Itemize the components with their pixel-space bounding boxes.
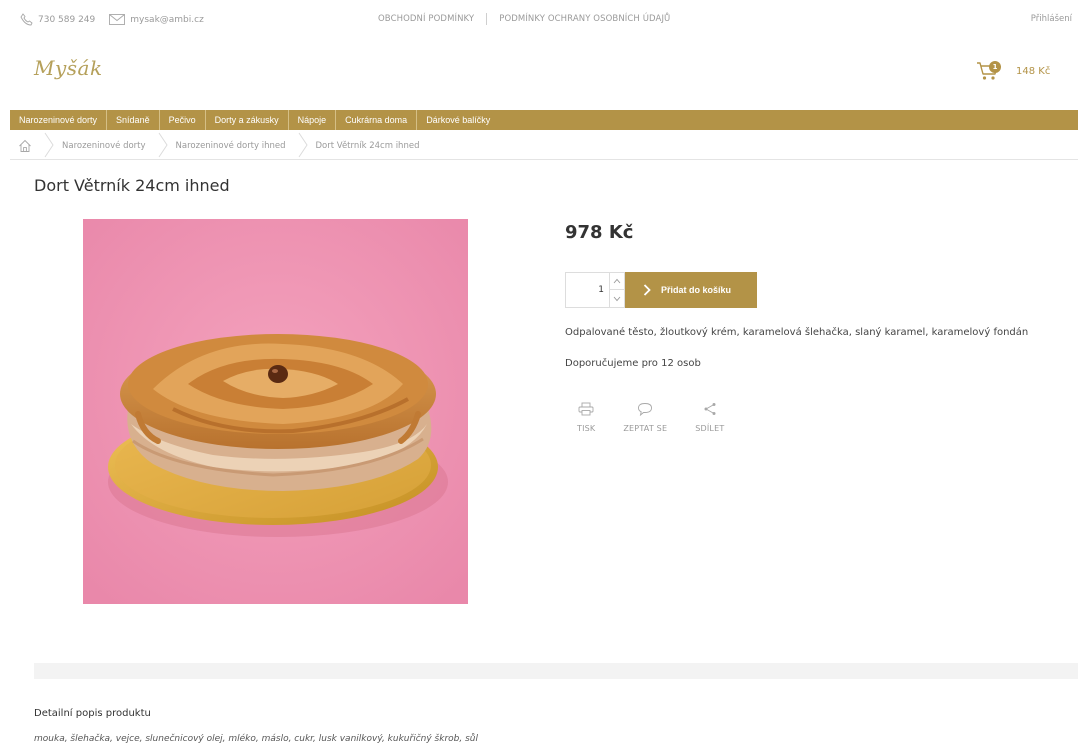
nav-item-home-bakery[interactable]: Cukrárna doma: [336, 110, 418, 130]
section-divider: [34, 663, 1078, 679]
home-icon[interactable]: [10, 139, 40, 153]
speech-bubble-icon: [637, 399, 653, 419]
share-icon: [703, 399, 717, 419]
phone-icon: [20, 13, 33, 26]
nav-item-cakes-pastries[interactable]: Dorty a zákusky: [206, 110, 289, 130]
nav-item-birthday-cakes[interactable]: Narozeninové dorty: [10, 110, 108, 130]
add-to-cart-button[interactable]: Přidat do košíku: [625, 272, 757, 308]
privacy-link[interactable]: PODMÍNKY OCHRANY OSOBNÍCH ÚDAJŮ: [499, 14, 670, 24]
quantity-input[interactable]: 1: [566, 273, 610, 307]
logo[interactable]: Myšák: [34, 56, 103, 80]
top-bar: 730 589 249 mysak@ambi.cz OBCHODNÍ PODMÍ…: [0, 0, 1078, 40]
product-image[interactable]: [83, 219, 468, 604]
share-button[interactable]: SDÍLET: [695, 399, 724, 433]
breadcrumb-item[interactable]: Narozeninové dorty ihned: [176, 141, 286, 151]
nav-item-breakfast[interactable]: Snídaně: [107, 110, 160, 130]
breadcrumb-chevron-icon: [298, 132, 308, 161]
page-title: Dort Větrník 24cm ihned: [34, 176, 230, 195]
product-actions: TISK ZEPTAT SE SDÍLET: [577, 399, 752, 433]
ask-button[interactable]: ZEPTAT SE: [623, 399, 667, 433]
ask-label: ZEPTAT SE: [623, 424, 668, 433]
nav-item-drinks[interactable]: Nápoje: [289, 110, 337, 130]
quantity-stepper[interactable]: 1: [565, 272, 625, 308]
nav-item-bakery[interactable]: Pečivo: [160, 110, 206, 130]
breadcrumb-item[interactable]: Narozeninové dorty: [62, 141, 146, 151]
cart[interactable]: 1 148 Kč: [976, 60, 1050, 82]
chevron-up-icon[interactable]: [610, 273, 624, 290]
add-to-cart-label: Přidat do košíku: [661, 285, 732, 295]
chevron-down-icon[interactable]: [610, 290, 624, 307]
breadcrumb-current: Dort Větrník 24cm ihned: [315, 141, 420, 151]
quantity-arrows: [609, 273, 624, 307]
print-button[interactable]: TISK: [577, 399, 595, 433]
product-recommendation: Doporučujeme pro 12 osob: [565, 358, 701, 369]
cart-total[interactable]: 148 Kč: [1016, 66, 1050, 77]
email-link[interactable]: mysak@ambi.cz: [130, 15, 204, 25]
main-navigation: Narozeninové dorty Snídaně Pečivo Dorty …: [10, 110, 1078, 130]
product-price: 978 Kč: [565, 222, 634, 243]
breadcrumb: Narozeninové dorty Narozeninové dorty ih…: [10, 132, 1078, 161]
top-links: OBCHODNÍ PODMÍNKY PODMÍNKY OCHRANY OSOBN…: [378, 13, 670, 25]
link-divider: [486, 13, 488, 25]
mail-icon: [109, 14, 126, 25]
breadcrumb-chevron-icon: [44, 132, 54, 161]
share-label: SDÍLET: [695, 424, 725, 433]
ingredients-list: mouka, šlehačka, vejce, slunečnicový ole…: [34, 734, 478, 744]
chevron-right-icon: [643, 284, 651, 296]
nav-item-gift-packages[interactable]: Dárkové balíčky: [417, 110, 499, 130]
print-label: TISK: [577, 424, 596, 433]
breadcrumb-chevron-icon: [158, 132, 168, 161]
product-short-description: Odpalované těsto, žloutkový krém, karame…: [565, 327, 1029, 338]
phone-number[interactable]: 730 589 249: [38, 15, 95, 25]
contact-info: 730 589 249 mysak@ambi.cz: [20, 13, 204, 26]
cart-count-badge: 1: [989, 61, 1001, 73]
detail-title: Detailní popis produktu: [34, 708, 151, 719]
printer-icon: [578, 399, 594, 419]
login-link[interactable]: Přihlášení: [1031, 14, 1072, 24]
terms-link[interactable]: OBCHODNÍ PODMÍNKY: [378, 14, 474, 24]
cart-icon[interactable]: 1: [976, 60, 1002, 82]
